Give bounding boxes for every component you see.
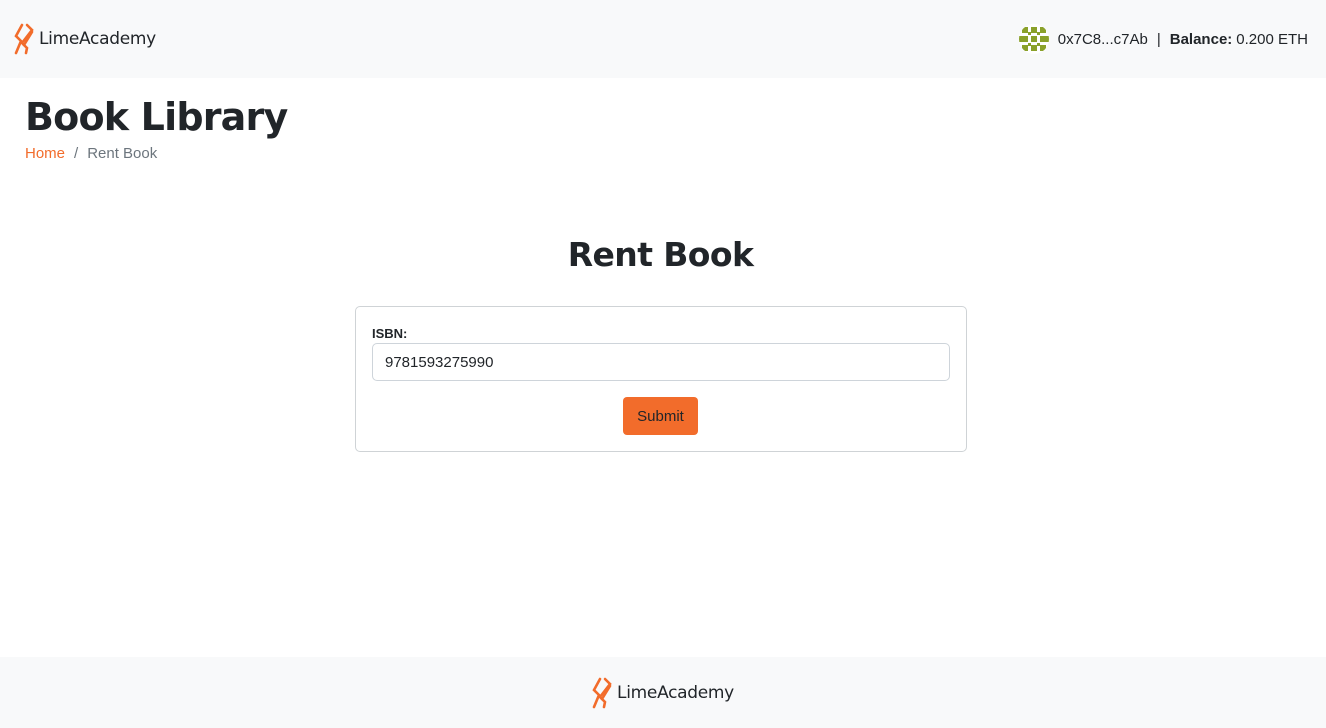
submit-button[interactable]: Submit — [623, 397, 698, 435]
account-info: 0x7C8...c7Ab | Balance: 0.200 ETH — [1018, 24, 1308, 54]
footer-logo[interactable]: LimeAcademy — [592, 677, 734, 709]
wallet-address: 0x7C8...c7Ab — [1057, 30, 1148, 48]
limeacademy-logo-icon — [592, 677, 612, 708]
rent-book-heading: Rent Book — [567, 235, 754, 274]
page-title: Book Library — [25, 95, 288, 139]
balance-label: Balance: — [1169, 30, 1233, 48]
header-logo[interactable]: LimeAcademy — [14, 23, 156, 55]
identicon-avatar-icon — [1018, 24, 1049, 54]
breadcrumb: Home / Rent Book — [25, 145, 157, 162]
footer-logo-text: LimeAcademy — [617, 682, 734, 703]
breadcrumb-home-link[interactable]: Home — [25, 145, 65, 162]
isbn-label: ISBN: — [372, 326, 408, 341]
account-separator: | — [1156, 30, 1161, 48]
breadcrumb-current: Rent Book — [87, 145, 158, 162]
isbn-input[interactable] — [372, 343, 950, 381]
footer: LimeAcademy — [0, 657, 1326, 728]
limeacademy-logo-icon — [14, 23, 34, 55]
header-logo-text: LimeAcademy — [39, 29, 156, 49]
breadcrumb-separator: / — [74, 145, 79, 162]
rent-book-form: ISBN: Submit — [355, 306, 967, 452]
balance-value: 0.200 ETH — [1236, 30, 1308, 48]
top-navbar: LimeAcademy 0x7C8...c7Ab | Balance: 0.20… — [0, 0, 1326, 78]
